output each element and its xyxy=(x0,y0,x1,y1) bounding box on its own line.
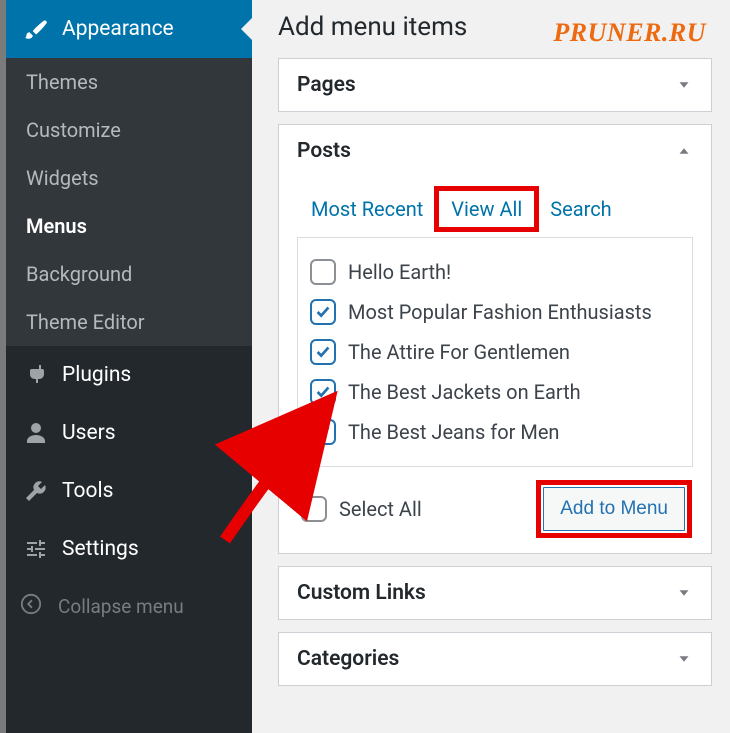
add-to-menu-button[interactable]: Add to Menu xyxy=(543,487,685,531)
collapse-label: Collapse menu xyxy=(58,595,184,618)
tab-search[interactable]: Search xyxy=(536,189,625,229)
checkbox[interactable] xyxy=(310,379,336,405)
accordion-posts-body: Most Recent View All Search Hello Earth!… xyxy=(279,189,711,553)
item-label: Most Popular Fashion Enthusiasts xyxy=(348,300,652,324)
sidebar-item-users[interactable]: Users xyxy=(6,404,252,462)
tab-view-all[interactable]: View All xyxy=(437,189,536,229)
checkbox[interactable] xyxy=(310,299,336,325)
tab-most-recent[interactable]: Most Recent xyxy=(297,189,437,229)
chevron-down-icon xyxy=(675,76,693,94)
user-icon xyxy=(22,419,50,447)
collapse-icon xyxy=(20,593,46,619)
collapse-menu[interactable]: Collapse menu xyxy=(6,578,252,634)
select-all-label: Select All xyxy=(339,497,422,521)
item-label: The Best Jackets on Earth xyxy=(348,380,581,404)
chevron-down-icon xyxy=(675,650,693,668)
sidebar-item-settings[interactable]: Settings xyxy=(6,520,252,578)
brush-icon xyxy=(22,15,50,43)
submenu-customize[interactable]: Customize xyxy=(6,106,252,154)
acc-title: Pages xyxy=(297,73,356,97)
posts-actions: Select All Add to Menu xyxy=(297,483,693,535)
watermark: PRUNER.RU xyxy=(553,18,706,48)
accordion-pages-header[interactable]: Pages xyxy=(279,59,711,111)
sliders-icon xyxy=(22,535,50,563)
list-item[interactable]: The Best Jackets on Earth xyxy=(310,372,680,412)
accordion-custom-links: Custom Links xyxy=(278,566,712,620)
posts-checklist: Hello Earth! Most Popular Fashion Enthus… xyxy=(297,237,693,467)
checkbox[interactable] xyxy=(301,496,327,522)
item-label: The Best Jeans for Men xyxy=(348,420,559,444)
admin-sidebar: Appearance Themes Customize Widgets Menu… xyxy=(0,0,252,733)
submenu-theme-editor[interactable]: Theme Editor xyxy=(6,298,252,346)
chevron-up-icon xyxy=(675,142,693,160)
accordion-custom-links-header[interactable]: Custom Links xyxy=(279,567,711,619)
submenu-background[interactable]: Background xyxy=(6,250,252,298)
acc-title: Posts xyxy=(297,139,351,163)
submenu-widgets[interactable]: Widgets xyxy=(6,154,252,202)
sidebar-item-label: Users xyxy=(62,421,116,445)
accordion-posts: Posts Most Recent View All Search Hello … xyxy=(278,124,712,554)
accordion-posts-header[interactable]: Posts xyxy=(279,125,711,177)
accordion-categories: Categories xyxy=(278,632,712,686)
checkbox[interactable] xyxy=(310,339,336,365)
sidebar-item-tools[interactable]: Tools xyxy=(6,462,252,520)
accordion-pages: Pages xyxy=(278,58,712,112)
list-item[interactable]: The Attire For Gentlemen xyxy=(310,332,680,372)
submenu-menus[interactable]: Menus xyxy=(6,202,252,250)
appearance-submenu: Themes Customize Widgets Menus Backgroun… xyxy=(6,58,252,346)
list-item[interactable]: Hello Earth! xyxy=(310,252,680,292)
checkbox[interactable] xyxy=(310,259,336,285)
add-to-menu-highlight: Add to Menu xyxy=(539,483,689,535)
sidebar-item-label: Tools xyxy=(62,479,113,503)
sidebar-item-label: Settings xyxy=(62,537,139,561)
item-label: Hello Earth! xyxy=(348,260,451,284)
accordion-categories-header[interactable]: Categories xyxy=(279,633,711,685)
sidebar-item-label: Plugins xyxy=(62,363,131,387)
select-all[interactable]: Select All xyxy=(301,496,422,522)
sidebar-item-appearance[interactable]: Appearance xyxy=(6,0,252,58)
plug-icon xyxy=(22,361,50,389)
list-item[interactable]: Most Popular Fashion Enthusiasts xyxy=(310,292,680,332)
posts-tabs: Most Recent View All Search xyxy=(297,189,693,229)
acc-title: Categories xyxy=(297,647,399,671)
checkbox[interactable] xyxy=(310,419,336,445)
submenu-themes[interactable]: Themes xyxy=(6,58,252,106)
main-content: Add menu items PRUNER.RU Pages Posts Mos… xyxy=(252,0,730,733)
wrench-icon xyxy=(22,477,50,505)
sidebar-item-plugins[interactable]: Plugins xyxy=(6,346,252,404)
list-item[interactable]: The Best Jeans for Men xyxy=(310,412,680,452)
acc-title: Custom Links xyxy=(297,581,426,605)
sidebar-item-label: Appearance xyxy=(62,17,174,41)
chevron-down-icon xyxy=(675,584,693,602)
item-label: The Attire For Gentlemen xyxy=(348,340,570,364)
